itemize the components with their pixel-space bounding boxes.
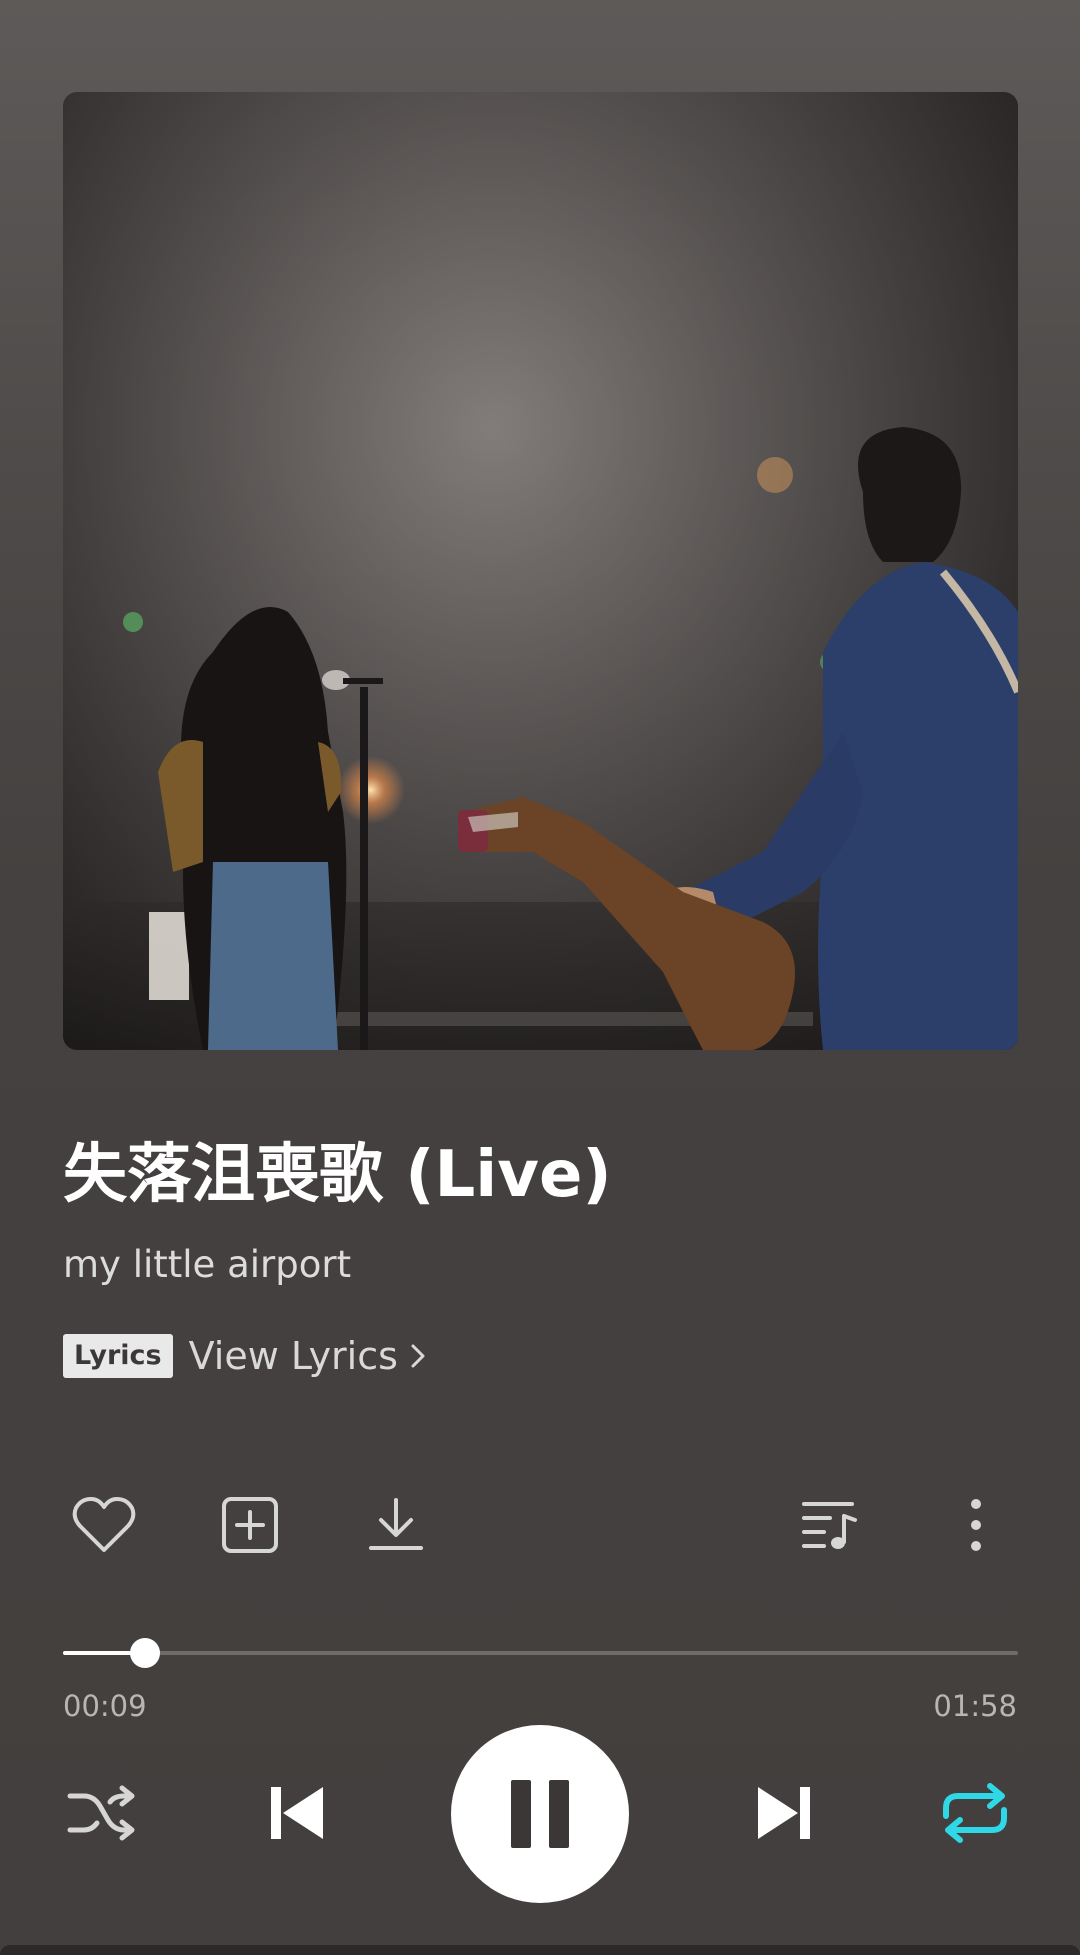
play-pause-button[interactable]: [451, 1725, 629, 1903]
skip-next-icon: [758, 1787, 810, 1839]
total-time: 01:58: [933, 1689, 1017, 1723]
like-button[interactable]: [69, 1490, 139, 1560]
more-vertical-icon: [971, 1499, 981, 1551]
heart-icon: [72, 1497, 136, 1552]
progress-bar[interactable]: [63, 1638, 1018, 1668]
skip-previous-icon: [271, 1787, 323, 1839]
view-lyrics-label: View Lyrics: [188, 1334, 398, 1378]
current-time: 00:09: [63, 1689, 147, 1723]
playlist-queue-icon: [802, 1502, 857, 1549]
album-art: [63, 92, 1018, 1050]
lyrics-badge: Lyrics: [63, 1334, 173, 1378]
playlist-queue-button[interactable]: [795, 1490, 865, 1560]
previous-button[interactable]: [265, 1782, 327, 1844]
album-art-image: [63, 92, 1018, 1050]
bottom-sheet-edge: [0, 1945, 1080, 1955]
add-to-playlist-button[interactable]: [215, 1490, 285, 1560]
more-options-button[interactable]: [941, 1490, 1011, 1560]
download-icon: [369, 1498, 423, 1550]
pause-icon: [511, 1780, 569, 1848]
next-button[interactable]: [754, 1782, 816, 1844]
repeat-button[interactable]: [937, 1778, 1013, 1848]
repeat-icon: [943, 1783, 1007, 1843]
download-button[interactable]: [361, 1490, 431, 1560]
view-lyrics-link[interactable]: View Lyrics: [189, 1334, 428, 1378]
add-to-playlist-icon: [222, 1497, 278, 1553]
chevron-right-icon: [411, 1344, 425, 1368]
song-title: 失落沮喪歌 (Live): [63, 1138, 612, 1212]
shuffle-icon: [67, 1785, 135, 1841]
shuffle-button[interactable]: [65, 1780, 139, 1846]
lyrics-row[interactable]: Lyrics View Lyrics: [63, 1330, 428, 1382]
artist-name[interactable]: my little airport: [63, 1240, 351, 1290]
progress-knob[interactable]: [130, 1638, 161, 1668]
